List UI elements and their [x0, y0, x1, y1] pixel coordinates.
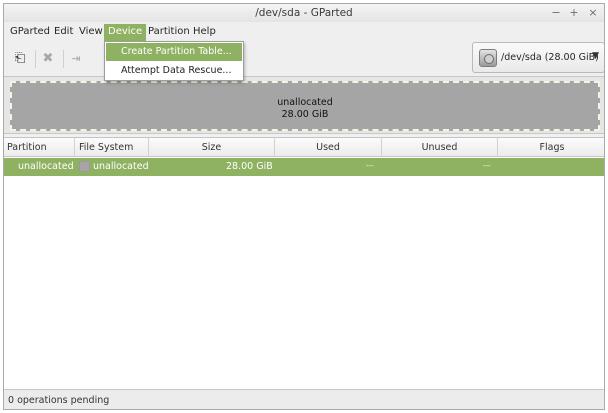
column-partition[interactable]: Partition [4, 138, 75, 157]
dropdown-arrow-icon: ▼ [592, 51, 599, 61]
gparted-window: /dev/sda - GParted − + × GParted Edit Vi… [3, 3, 605, 410]
cell-partition: unallocated [18, 161, 74, 172]
table-header: Partition File System Size Used Unused F… [4, 138, 604, 157]
harddisk-icon [479, 49, 497, 67]
cell-file-system: unallocated [93, 161, 149, 172]
partition-table: Partition File System Size Used Unused F… [4, 137, 604, 391]
operations-pending-text: 0 operations pending [8, 395, 110, 406]
menu-bar: GParted Edit View Device Partition Help [4, 22, 604, 42]
disk-graphic: unallocated 28.00 GiB [4, 76, 604, 134]
column-used[interactable]: Used [275, 138, 382, 157]
resize-move-icon[interactable]: ⇥ [66, 49, 86, 69]
disk-graphic-size: 28.00 GiB [281, 109, 329, 120]
table-row[interactable]: unallocated unallocated 28.00 GiB --- --… [4, 158, 604, 176]
cell-size: 28.00 GiB [226, 161, 273, 172]
title-bar: /dev/sda - GParted − + × [4, 4, 604, 22]
column-file-system[interactable]: File System [75, 138, 149, 157]
filesystem-color-swatch [79, 161, 90, 172]
delete-icon[interactable]: ✖ [38, 49, 58, 69]
new-partition-icon[interactable]: ⎗ [10, 49, 30, 69]
menu-device[interactable]: Device [104, 24, 147, 41]
menu-view[interactable]: View [75, 24, 107, 41]
column-unused[interactable]: Unused [382, 138, 498, 157]
menu-item-attempt-data-rescue[interactable]: Attempt Data Rescue... [106, 62, 242, 80]
menu-gparted[interactable]: GParted [6, 24, 54, 41]
window-title: /dev/sda - GParted [255, 7, 353, 19]
column-size[interactable]: Size [149, 138, 275, 157]
column-flags[interactable]: Flags [498, 138, 604, 157]
menu-help[interactable]: Help [189, 24, 220, 41]
status-bar: 0 operations pending [4, 389, 604, 409]
close-icon[interactable]: × [586, 6, 600, 19]
disk-graphic-name: unallocated [277, 97, 333, 108]
unallocated-block[interactable]: unallocated 28.00 GiB [10, 81, 600, 131]
cell-unused: --- [483, 162, 491, 170]
device-selector-label: /dev/sda (28.00 GiB) [501, 52, 599, 63]
menu-partition[interactable]: Partition [144, 24, 194, 41]
menu-edit[interactable]: Edit [50, 24, 77, 41]
device-selector[interactable]: /dev/sda (28.00 GiB) ▼ [472, 42, 604, 73]
minimize-icon[interactable]: − [549, 6, 563, 19]
toolbar-separator [35, 50, 36, 68]
menu-item-create-partition-table[interactable]: Create Partition Table... [106, 43, 242, 61]
cell-used: --- [366, 162, 374, 170]
maximize-icon[interactable]: + [567, 6, 581, 19]
device-menu-dropdown: Create Partition Table... Attempt Data R… [104, 41, 244, 81]
toolbar-separator [63, 50, 64, 68]
